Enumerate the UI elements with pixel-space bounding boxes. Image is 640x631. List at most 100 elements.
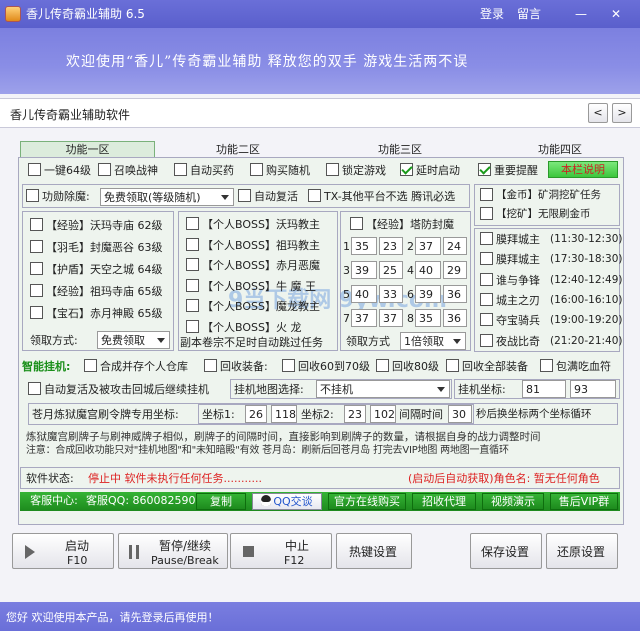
- col1-checkbox-2[interactable]: [30, 262, 43, 275]
- tower-input[interactable]: 23: [379, 237, 403, 255]
- tower-row-index: 2: [407, 240, 414, 253]
- hangup-map-select[interactable]: 不挂机: [316, 380, 450, 398]
- col2-item-label: 【个人BOSS】牛 魔 王: [202, 279, 316, 293]
- col2-checkbox-5[interactable]: [186, 319, 199, 333]
- event-checkbox-2[interactable]: [480, 272, 493, 286]
- vip-group-button[interactable]: 售后VIP群: [550, 493, 618, 510]
- login-link[interactable]: 登录: [480, 8, 504, 20]
- prison-coord1-y-input[interactable]: 118: [271, 405, 297, 423]
- tower-input[interactable]: 33: [379, 285, 403, 303]
- checkbox-one-click-64[interactable]: [28, 163, 41, 176]
- tower-input[interactable]: 35: [415, 309, 441, 327]
- col1-checkbox-0[interactable]: [30, 218, 43, 231]
- label-full-bag-potion: 包满吃血符: [556, 360, 611, 373]
- tower-row-index: 4: [407, 264, 414, 277]
- event-checkbox-0[interactable]: [480, 232, 493, 245]
- hotkey-settings-button[interactable]: 热键设置: [336, 533, 412, 569]
- prison-interval-label: 间隔时间: [399, 408, 443, 421]
- merit-demon-select[interactable]: 免费领取(等级随机): [100, 188, 234, 206]
- tower-input[interactable]: 35: [351, 237, 377, 255]
- message-link[interactable]: 留言: [517, 8, 541, 20]
- tab-next-button[interactable]: >: [612, 103, 632, 123]
- copy-qq-button[interactable]: 复制: [196, 493, 246, 510]
- col1-mode-select[interactable]: 免费领取: [97, 331, 170, 349]
- checkbox-buy-random[interactable]: [250, 163, 263, 176]
- col2-checkbox-4[interactable]: [186, 299, 199, 312]
- checkbox-recycle-all[interactable]: [446, 359, 459, 372]
- close-button[interactable]: ✕: [611, 8, 621, 20]
- tower-input[interactable]: 39: [415, 285, 441, 303]
- label-buy-random: 购买随机: [266, 164, 310, 177]
- checkbox-recycle-60-70[interactable]: [282, 359, 295, 372]
- checkbox-delay-start[interactable]: [400, 163, 413, 176]
- hangup-coord-x-input[interactable]: 81: [522, 380, 566, 398]
- stop-icon: [243, 546, 254, 557]
- prison-coord2-y-input[interactable]: 102: [370, 405, 396, 423]
- hangup-coord-y-input[interactable]: 93: [570, 380, 616, 398]
- checkbox-merge-store[interactable]: [84, 359, 97, 372]
- event-checkbox-3[interactable]: [480, 292, 493, 306]
- qq-chat-button[interactable]: QQ交谈: [252, 493, 322, 510]
- save-settings-button[interactable]: 保存设置: [470, 533, 542, 569]
- tab-area-2[interactable]: 功能二区: [168, 143, 308, 156]
- checkbox-tx-platform[interactable]: [308, 189, 321, 202]
- prison-coord2-x-input[interactable]: 23: [344, 405, 366, 423]
- checkbox-auto-revive[interactable]: [238, 189, 251, 202]
- start-key: F10: [67, 554, 88, 567]
- start-label: 启动: [65, 539, 90, 553]
- checkbox-dig-gold[interactable]: [480, 207, 493, 220]
- tab-area-3[interactable]: 功能三区: [330, 143, 470, 156]
- video-demo-button[interactable]: 视频演示: [482, 493, 544, 510]
- event-checkbox-1[interactable]: [480, 252, 493, 266]
- hangup-coord-label: 挂机坐标:: [458, 383, 506, 396]
- col2-checkbox-1[interactable]: [186, 237, 199, 251]
- event-checkbox-4[interactable]: [480, 313, 493, 327]
- col2-checkbox-0[interactable]: [186, 217, 199, 230]
- start-button[interactable]: 启动 F10: [12, 533, 114, 569]
- tower-input[interactable]: 37: [351, 309, 377, 327]
- tab-prev-button[interactable]: <: [588, 103, 608, 123]
- prison-coord1-x-input[interactable]: 26: [245, 405, 267, 423]
- checkbox-recycle-80[interactable]: [376, 359, 389, 372]
- label-lock-game: 锁定游戏: [342, 164, 386, 177]
- stop-button[interactable]: 中止 F12: [230, 533, 332, 569]
- checkbox-recycle-equip[interactable]: [204, 359, 217, 372]
- agent-button[interactable]: 招收代理: [412, 493, 476, 510]
- checkbox-tower-defense[interactable]: [350, 217, 363, 230]
- tower-input[interactable]: 36: [443, 285, 467, 303]
- tower-input[interactable]: 37: [415, 237, 441, 255]
- status-label: 软件状态:: [26, 472, 74, 485]
- tower-input[interactable]: 25: [379, 261, 403, 279]
- note-line-2: 注意：合成回收功能只对"挂机地图"和"未知暗殿"有效 苍月岛：刷新后回苍月岛 打…: [26, 445, 509, 456]
- checkbox-lock-game[interactable]: [326, 163, 339, 176]
- checkbox-auto-buy-potion[interactable]: [174, 163, 187, 176]
- official-buy-button[interactable]: 官方在线购买: [328, 493, 406, 510]
- checkbox-gold-mine[interactable]: [480, 188, 493, 201]
- checkbox-important-reminder[interactable]: [478, 163, 491, 176]
- tower-input[interactable]: 40: [415, 261, 441, 279]
- tower-input[interactable]: 37: [379, 309, 403, 327]
- col1-checkbox-3[interactable]: [30, 284, 43, 297]
- restore-settings-button[interactable]: 还原设置: [546, 533, 618, 569]
- tower-input[interactable]: 40: [351, 285, 377, 303]
- tower-input[interactable]: 24: [443, 237, 467, 255]
- section-note-button[interactable]: 本栏说明: [548, 161, 618, 178]
- checkbox-full-bag-potion[interactable]: [540, 359, 553, 372]
- checkbox-merit-demon[interactable]: [26, 189, 39, 202]
- col1-checkbox-1[interactable]: [30, 240, 43, 253]
- pause-button[interactable]: 暂停/继续 Pause/Break: [118, 533, 228, 569]
- minimize-button[interactable]: —: [575, 8, 587, 20]
- col2-checkbox-2[interactable]: [186, 258, 199, 271]
- tower-input[interactable]: 36: [443, 309, 467, 327]
- tab-area-4[interactable]: 功能四区: [490, 143, 630, 156]
- event-checkbox-5[interactable]: [480, 333, 493, 347]
- tower-defense-title: 【经验】塔防封魔: [366, 218, 454, 231]
- checkbox-summon-warrior[interactable]: [98, 163, 111, 176]
- chevron-right-icon: >: [617, 106, 627, 119]
- tower-input[interactable]: 29: [443, 261, 467, 279]
- col2-checkbox-3[interactable]: [186, 278, 199, 292]
- tower-input[interactable]: 39: [351, 261, 377, 279]
- prison-interval-input[interactable]: 30: [448, 405, 472, 423]
- checkbox-auto-revive-hangup[interactable]: [28, 382, 41, 395]
- col1-checkbox-4[interactable]: [30, 306, 43, 319]
